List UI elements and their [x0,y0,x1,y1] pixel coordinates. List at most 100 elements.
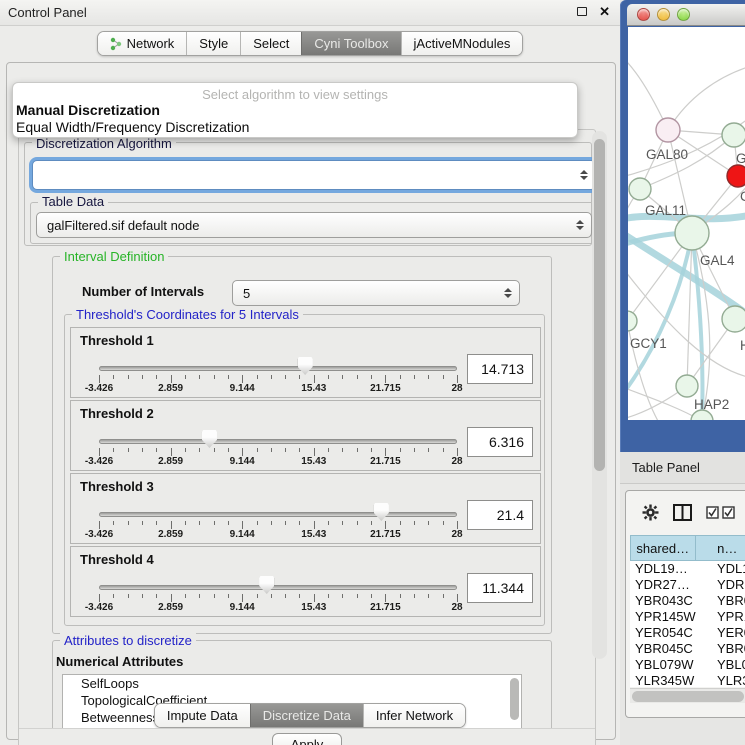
network-node[interactable] [722,123,745,147]
cell-name[interactable]: YDL1 [710,561,745,577]
cell-name[interactable]: YBR0 [710,641,745,657]
tab-cyni-toolbox[interactable]: Cyni Toolbox [301,32,400,55]
cell-name[interactable]: YPR1 [710,609,745,625]
popup-item-equal-width-frequency[interactable]: Equal Width/Frequency Discretization [13,119,577,136]
gear-icon[interactable] [642,504,659,521]
network-node[interactable] [656,118,680,142]
tab-impute-data[interactable]: Impute Data [155,704,250,727]
num-intervals-combo[interactable]: 5 [232,280,520,306]
scale-tick-label: 15.43 [301,383,326,394]
cell-shared-name[interactable]: YDL19… [630,561,710,577]
cell-shared-name[interactable]: YLR345W [630,673,710,687]
node-label: H [740,338,745,353]
table-body: YDL19…YDL1YDR27…YDR2YBR043CYBR0YPR145WYP… [630,561,745,687]
network-node[interactable] [628,311,637,331]
discretize-form: Discretization Algorithm Table Data galF… [18,129,596,745]
cell-name[interactable]: YDR2 [710,577,745,593]
network-node[interactable] [676,375,698,397]
table-row[interactable]: YBR045CYBR0 [630,641,745,657]
top-tab-bar: Network Style Select Cyni Toolbox jActiv… [0,31,620,56]
scale-tick-label: 9.144 [230,602,255,613]
apply-button[interactable]: Apply [272,733,343,745]
cell-name[interactable]: YBL0 [710,657,745,673]
threshold-value-field[interactable]: 21.4 [467,500,533,530]
tab-discretize-data[interactable]: Discretize Data [250,704,363,727]
algorithm-popup: Select algorithm to view settings Manual… [12,82,578,138]
threshold-value-field[interactable]: 11.344 [467,573,533,603]
network-node[interactable] [629,178,651,200]
algorithm-combo[interactable] [32,160,596,190]
slider-handle-icon[interactable] [202,430,217,448]
cell-shared-name[interactable]: YPR145W [630,609,710,625]
table-data-combo-value: galFiltered.sif default node [47,218,199,233]
table-row[interactable]: YBR043CYBR0 [630,593,745,609]
cell-shared-name[interactable]: YBL079W [630,657,710,673]
threshold-value-field[interactable]: 14.713 [467,354,533,384]
slider-handle-icon[interactable] [259,576,274,594]
scrollbar-thumb[interactable] [594,139,605,471]
node-label: GAL4 [700,253,735,268]
tab-network[interactable]: Network [98,32,187,55]
threshold-list: Threshold 1-3.4262.8599.14415.4321.71528… [70,326,541,620]
table-row[interactable]: YBL079WYBL0 [630,657,745,673]
threshold-value-field[interactable]: 6.316 [467,427,533,457]
tab-infer-network[interactable]: Infer Network [363,704,465,727]
slider-track[interactable] [99,585,457,590]
cell-name[interactable]: YBR0 [710,593,745,609]
slider-track[interactable] [99,439,457,444]
network-edge[interactable] [668,67,745,130]
slider-track[interactable] [99,366,457,371]
column-header-shared-name[interactable]: shared… [630,535,696,561]
combo-stepper-icon [580,170,588,180]
table-row[interactable]: YLR345WYLR3 [630,673,745,687]
scale-tick-label: 28 [451,529,462,540]
close-icon[interactable]: ✕ [599,5,610,18]
slider-scale-labels: -3.4262.8599.14415.4321.71528 [99,602,457,614]
table-row[interactable]: YER054CYER0 [630,625,745,641]
cell-shared-name[interactable]: YER054C [630,625,710,641]
scale-tick-label: -3.426 [85,383,113,394]
hscrollbar-thumb[interactable] [632,691,744,702]
network-node[interactable] [727,165,745,187]
minimize-traffic-light[interactable] [657,8,670,21]
select-columns-checkboxes-icon[interactable] [706,506,736,519]
right-side-panel: GAL80GACGAL11GAL4GCY1HHAP2 Table Panel [620,0,745,745]
table-hscrollbar[interactable] [630,688,745,703]
column-header-name[interactable]: n… [696,535,745,561]
cell-shared-name[interactable]: YDR27… [630,577,710,593]
columns-icon[interactable] [673,504,692,521]
node-label: HAP2 [694,397,729,412]
slider-scale-labels: -3.4262.8599.14415.4321.71528 [99,456,457,468]
threshold-row: Threshold 4-3.4262.8599.14415.4321.71528… [70,546,541,617]
popup-hint: Select algorithm to view settings [13,87,577,102]
cell-shared-name[interactable]: YBR045C [630,641,710,657]
scale-tick-label: 21.715 [370,383,401,394]
cell-shared-name[interactable]: YBR043C [630,593,710,609]
zoom-traffic-light[interactable] [677,8,690,21]
float-window-icon[interactable] [577,7,587,16]
close-traffic-light[interactable] [637,8,650,21]
tab-jactivemnodules[interactable]: jActiveMNodules [401,32,523,55]
table-row[interactable]: YPR145WYPR1 [630,609,745,625]
tab-select[interactable]: Select [240,32,301,55]
control-panel-titlebar: Control Panel ✕ [0,0,620,26]
slider-track[interactable] [99,512,457,517]
table-row[interactable]: YDR27…YDR2 [630,577,745,593]
cell-name[interactable]: YER0 [710,625,745,641]
slider-handle-icon[interactable] [374,503,389,521]
table-panel-title: Table Panel [632,460,700,475]
panel-scrollbar[interactable] [592,131,607,659]
table-row[interactable]: YDL19…YDL1 [630,561,745,577]
popup-item-manual-discretization[interactable]: Manual Discretization [13,102,577,119]
network-node[interactable] [722,306,745,332]
cell-name[interactable]: YLR3 [710,673,745,687]
network-node[interactable] [675,216,709,250]
table-data-combo[interactable]: galFiltered.sif default node [36,212,592,238]
scale-tick-label: 21.715 [370,456,401,467]
scale-tick-label: 15.43 [301,529,326,540]
network-canvas[interactable]: GAL80GACGAL11GAL4GCY1HHAP2 [628,27,745,420]
attribute-list-item[interactable]: SelfLoops [63,675,521,692]
scale-tick-label: 15.43 [301,602,326,613]
tab-style[interactable]: Style [186,32,240,55]
slider-handle-icon[interactable] [298,357,313,375]
